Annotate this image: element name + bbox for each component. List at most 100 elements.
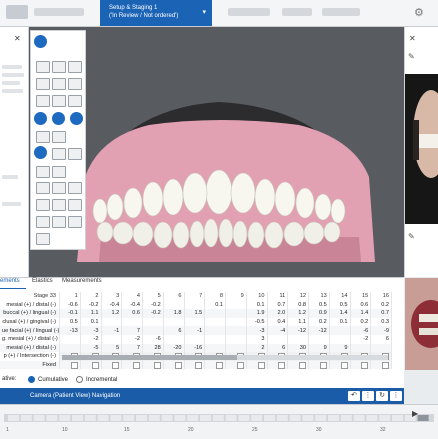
checkbox[interactable]	[174, 361, 182, 369]
gingiva-icon[interactable]	[36, 199, 50, 211]
timeline-stage[interactable]	[59, 415, 71, 421]
rotate-icon[interactable]	[68, 182, 82, 194]
table-cell[interactable]	[184, 334, 206, 344]
table-cell[interactable]	[308, 360, 330, 370]
table-cell[interactable]: 0.1	[80, 317, 102, 327]
tab-measurements[interactable]: Measurements	[62, 278, 102, 288]
gear-icon[interactable]: ⚙	[414, 6, 424, 19]
radio-selected-icon[interactable]	[28, 376, 35, 383]
table-cell[interactable]	[308, 334, 330, 344]
timeline-stage[interactable]	[20, 415, 32, 421]
table-cell[interactable]: -3	[246, 326, 268, 335]
measure-icon[interactable]	[52, 148, 66, 160]
front-view-icon[interactable]	[36, 78, 50, 90]
pencil-icon[interactable]: ✎	[408, 232, 415, 241]
section-icon[interactable]	[68, 148, 82, 160]
table-cell[interactable]	[204, 317, 226, 327]
radio-icon[interactable]	[76, 376, 83, 383]
cumulative-radio[interactable]: Cumulative	[28, 376, 68, 383]
timeline-stage[interactable]	[187, 415, 199, 421]
timeline-stage[interactable]	[264, 415, 275, 421]
collision-icon[interactable]	[52, 199, 66, 211]
table-cell[interactable]	[121, 317, 143, 327]
table-cell[interactable]: -6	[142, 334, 164, 344]
table-cell[interactable]: -0.2	[80, 300, 102, 310]
table-cell[interactable]	[101, 334, 123, 344]
occlusion-icon[interactable]	[34, 146, 47, 159]
table-cell[interactable]: -2	[80, 334, 102, 344]
ipr-icon[interactable]	[70, 112, 83, 125]
timeline-stage[interactable]	[315, 415, 327, 421]
table-cell[interactable]: -12	[287, 326, 309, 335]
timeline-stage[interactable]	[289, 415, 301, 421]
table-cell[interactable]	[204, 326, 226, 335]
table-cell[interactable]	[163, 300, 185, 310]
table-cell[interactable]: -0.2	[142, 309, 164, 318]
table-cell[interactable]	[204, 334, 226, 344]
table-cell[interactable]	[204, 343, 226, 353]
table-cell[interactable]: 6	[370, 334, 392, 344]
table-cell[interactable]: 6	[163, 326, 185, 335]
top-view-icon[interactable]	[52, 78, 66, 90]
timeline-stage[interactable]	[302, 415, 314, 421]
checkbox[interactable]	[153, 361, 161, 369]
table-cell[interactable]	[184, 300, 206, 310]
timeline-stage[interactable]	[379, 415, 391, 421]
table-cell[interactable]	[350, 343, 372, 353]
table-cell[interactable]: -1	[184, 326, 206, 335]
table-cell[interactable]: -4	[267, 326, 289, 335]
table-cell[interactable]: 1.4	[350, 309, 372, 318]
close-icon[interactable]: ✕	[14, 34, 21, 43]
table-cell[interactable]	[225, 300, 247, 310]
table-cell[interactable]: 0.4	[267, 317, 289, 327]
timeline-stage[interactable]	[46, 415, 58, 421]
table-cell[interactable]: 1.1	[80, 309, 102, 318]
table-cell[interactable]: 0.5	[59, 317, 81, 327]
table-cell[interactable]: 0.2	[308, 317, 330, 327]
side-view-icon[interactable]	[68, 78, 82, 90]
grid-icon[interactable]	[36, 131, 50, 143]
table-cell[interactable]: -1	[101, 326, 123, 335]
table-cell[interactable]: -0.4	[121, 300, 143, 310]
table-cell[interactable]	[163, 317, 185, 327]
patient-face-photo[interactable]	[405, 74, 438, 224]
crown-icon[interactable]	[52, 216, 66, 228]
table-cell[interactable]: 5	[101, 343, 123, 353]
checkbox[interactable]	[133, 361, 140, 369]
timeline-stage[interactable]	[161, 415, 173, 421]
table-cell[interactable]	[204, 360, 226, 370]
right-view-icon[interactable]	[52, 95, 66, 107]
globe-icon[interactable]	[36, 216, 50, 228]
table-cell[interactable]: 2	[246, 343, 268, 353]
table-cell[interactable]	[101, 317, 123, 327]
superimpose-icon[interactable]	[52, 131, 66, 143]
table-row[interactable]: mesial (+) / distal (-) -5 5 7 28 -20 -16 2 6 30 9…	[0, 343, 392, 353]
table-cell[interactable]: -12	[308, 326, 330, 335]
timeline-stage[interactable]	[417, 415, 429, 421]
timeline-stage[interactable]	[340, 415, 352, 421]
table-cell[interactable]: -5	[80, 343, 102, 353]
checkbox[interactable]	[299, 361, 306, 369]
table-cell[interactable]	[163, 360, 185, 370]
table-cell[interactable]	[121, 360, 143, 370]
timeline-stage[interactable]	[238, 415, 250, 421]
table-cell[interactable]	[204, 309, 226, 318]
timeline-stage[interactable]	[123, 415, 135, 421]
table-cell[interactable]	[246, 360, 268, 370]
timeline-stage[interactable]	[72, 415, 83, 421]
copy-icon[interactable]	[36, 233, 50, 245]
timeline-stage[interactable]	[84, 415, 96, 421]
bite-icon[interactable]	[68, 199, 82, 211]
timeline-stage[interactable]	[136, 415, 147, 421]
table-cell[interactable]: -6	[350, 326, 372, 335]
table-cell[interactable]	[101, 360, 123, 370]
table-cell[interactable]	[184, 317, 206, 327]
timeline-stage[interactable]	[276, 415, 288, 421]
overlay-icon[interactable]	[34, 112, 47, 125]
table-cell[interactable]: 1.5	[184, 309, 206, 318]
table-row[interactable]: buccal (+) / lingual (-) -0.1 1.1 1.2 0.6 -0.…	[0, 309, 392, 318]
undo-icon[interactable]: ↶	[348, 391, 360, 401]
table-cell[interactable]: 6	[267, 343, 289, 353]
timeline-stage[interactable]	[225, 415, 237, 421]
timeline-stage[interactable]	[33, 415, 45, 421]
